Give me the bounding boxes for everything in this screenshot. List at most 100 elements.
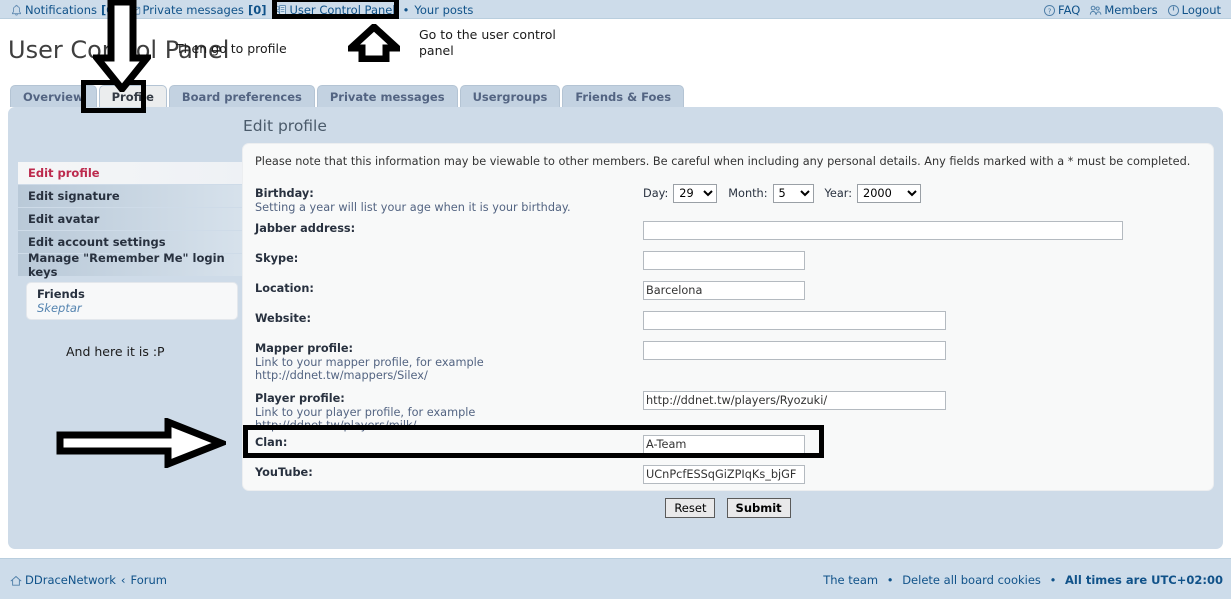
footer-links-separator-1: • bbox=[886, 573, 894, 587]
page-footer: DDraceNetwork ‹ Forum The team • Delete … bbox=[0, 558, 1231, 599]
edit-profile-form-card: Please note that this information may be… bbox=[242, 143, 1214, 491]
player-profile-control bbox=[643, 389, 946, 410]
location-input[interactable] bbox=[643, 281, 805, 300]
player-profile-input[interactable] bbox=[643, 391, 946, 410]
tab-board-preferences-label: Board preferences bbox=[181, 89, 302, 104]
birthday-label: Birthday: bbox=[255, 187, 314, 200]
annotation-text-go-to-ucp: Go to the user control panel bbox=[419, 27, 556, 58]
friends-box-item[interactable]: Skeptar bbox=[37, 301, 237, 315]
nav-faq[interactable]: ? FAQ bbox=[1043, 3, 1080, 17]
svg-text:?: ? bbox=[1048, 6, 1052, 15]
annotation-text-and-here-it-is: And here it is :P bbox=[66, 344, 165, 359]
members-icon bbox=[1089, 4, 1102, 17]
nav-notifications-label: Notifications bbox=[25, 2, 97, 17]
player-profile-label: Player profile: bbox=[255, 392, 345, 405]
youtube-input[interactable] bbox=[643, 465, 805, 484]
tab-private-messages-label: Private messages bbox=[329, 89, 445, 104]
location-control bbox=[643, 279, 805, 300]
faq-icon: ? bbox=[1043, 4, 1056, 17]
top-nav-right-group: ? FAQ Members Logout bbox=[1043, 0, 1223, 19]
birthday-year-select[interactable]: 2000 bbox=[857, 184, 922, 203]
footer-links: The team • Delete all board cookies • Al… bbox=[823, 573, 1223, 587]
player-profile-description: Link to your player profile, for example… bbox=[255, 406, 476, 432]
nav-members[interactable]: Members bbox=[1089, 3, 1158, 17]
skype-control bbox=[643, 249, 805, 270]
clan-label: Clan: bbox=[255, 436, 288, 449]
bell-icon bbox=[10, 4, 23, 17]
footer-link-forum[interactable]: Forum bbox=[131, 573, 167, 587]
footer-links-separator-2: • bbox=[1049, 573, 1057, 587]
mapper-profile-control bbox=[643, 339, 946, 360]
birthday-description: Setting a year will list your age when i… bbox=[255, 201, 571, 214]
mapper-profile-description: Link to your mapper profile, for example… bbox=[255, 356, 484, 382]
home-icon bbox=[10, 575, 22, 587]
tab-overview[interactable]: Overview bbox=[10, 85, 97, 107]
nav-private-messages-count: [0] bbox=[247, 2, 267, 17]
footer-timezone-text: All times are UTC+02:00 bbox=[1065, 573, 1223, 587]
website-input[interactable] bbox=[643, 311, 946, 330]
nav-faq-label: FAQ bbox=[1058, 2, 1081, 17]
annotation-text-then-go-to-profile: Then go to profile bbox=[176, 41, 287, 56]
birthday-month-label: Month: bbox=[728, 187, 768, 200]
website-control bbox=[643, 309, 946, 330]
user-panel-icon bbox=[274, 4, 287, 17]
youtube-label: YouTube: bbox=[255, 466, 313, 479]
ucp-sidebar: Edit profile Edit signature Edit avatar … bbox=[18, 162, 246, 279]
friends-box: Friends Skeptar bbox=[26, 282, 238, 320]
annotation-arrow-right-clan bbox=[56, 418, 226, 468]
reset-button[interactable]: Reset bbox=[665, 498, 716, 518]
submit-button[interactable]: Submit bbox=[726, 498, 791, 518]
website-label: Website: bbox=[255, 312, 311, 325]
sidebar-item-manage-remember-me[interactable]: Manage "Remember Me" login keys bbox=[18, 251, 246, 279]
youtube-control bbox=[643, 463, 805, 484]
top-navigation-bar: Notifications [0] Private messages [0] U… bbox=[0, 0, 1231, 19]
nav-your-posts-label: Your posts bbox=[414, 2, 474, 17]
form-note: Please note that this information may be… bbox=[255, 155, 1191, 168]
jabber-input[interactable] bbox=[643, 221, 1123, 240]
mapper-profile-label-group: Mapper profile: Link to your mapper prof… bbox=[255, 342, 635, 382]
sidebar-item-edit-signature-label: Edit signature bbox=[28, 189, 120, 203]
annotation-arrow-down-profile bbox=[93, 0, 151, 92]
sidebar-item-edit-avatar-label: Edit avatar bbox=[28, 212, 100, 226]
nav-user-control-panel-label: User Control Panel bbox=[289, 2, 396, 17]
player-profile-label-group: Player profile: Link to your player prof… bbox=[255, 392, 635, 432]
tab-usergroups-label: Usergroups bbox=[472, 89, 548, 104]
footer-link-delete-cookies[interactable]: Delete all board cookies bbox=[902, 573, 1041, 587]
tab-overview-label: Overview bbox=[23, 89, 84, 104]
sidebar-item-edit-signature[interactable]: Edit signature bbox=[18, 185, 246, 208]
jabber-control bbox=[643, 219, 1123, 240]
nav-user-control-panel[interactable]: User Control Panel bbox=[274, 2, 396, 17]
sidebar-item-edit-avatar[interactable]: Edit avatar bbox=[18, 208, 246, 231]
sidebar-item-manage-remember-me-label: Manage "Remember Me" login keys bbox=[28, 251, 225, 279]
jabber-label: Jabber address: bbox=[255, 222, 356, 235]
clan-control bbox=[643, 433, 805, 454]
power-icon bbox=[1167, 4, 1180, 17]
birthday-day-select[interactable]: 29 bbox=[673, 184, 718, 203]
form-button-row: Reset Submit bbox=[242, 497, 1214, 518]
nav-logout[interactable]: Logout bbox=[1167, 3, 1221, 17]
friends-box-title: Friends bbox=[37, 287, 85, 301]
nav-your-posts[interactable]: Your posts bbox=[414, 3, 473, 17]
footer-link-the-team[interactable]: The team bbox=[823, 573, 878, 587]
nav-separator: • bbox=[402, 2, 410, 17]
clan-input[interactable] bbox=[643, 435, 805, 454]
footer-breadcrumb-separator: ‹ bbox=[120, 573, 126, 587]
tab-usergroups[interactable]: Usergroups bbox=[459, 85, 561, 107]
nav-logout-label: Logout bbox=[1181, 2, 1221, 17]
mapper-profile-label: Mapper profile: bbox=[255, 342, 354, 355]
birthday-label-group: Birthday: Setting a year will list your … bbox=[255, 187, 635, 214]
tab-board-preferences[interactable]: Board preferences bbox=[168, 85, 315, 107]
birthday-day-label: Day: bbox=[643, 187, 669, 200]
sidebar-item-edit-profile[interactable]: Edit profile bbox=[18, 162, 246, 185]
page-root: Notifications [0] Private messages [0] U… bbox=[0, 0, 1231, 599]
tab-friends-foes[interactable]: Friends & Foes bbox=[562, 85, 685, 107]
mapper-profile-input[interactable] bbox=[643, 341, 946, 360]
footer-breadcrumb: DDraceNetwork ‹ Forum bbox=[10, 573, 167, 587]
content-heading: Edit profile bbox=[243, 117, 327, 135]
sidebar-item-edit-profile-label: Edit profile bbox=[28, 166, 100, 180]
footer-link-ddracenetwork[interactable]: DDraceNetwork bbox=[25, 573, 116, 587]
tab-private-messages[interactable]: Private messages bbox=[316, 85, 458, 107]
birthday-year-label: Year: bbox=[824, 187, 853, 200]
birthday-month-select[interactable]: 5 bbox=[772, 184, 814, 203]
skype-input[interactable] bbox=[643, 251, 805, 270]
